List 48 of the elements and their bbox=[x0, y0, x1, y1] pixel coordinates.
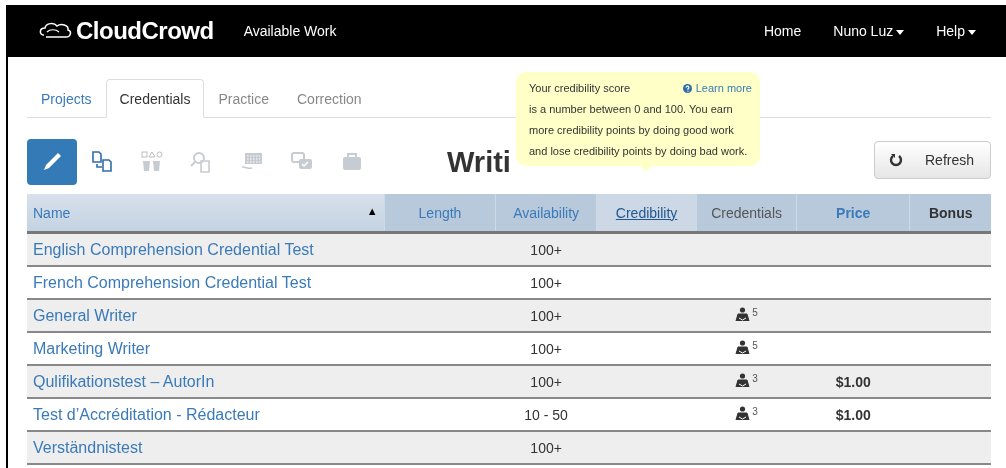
column-header[interactable]: Name bbox=[33, 204, 71, 221]
logo-text[interactable]: CloudCrowd bbox=[76, 17, 214, 45]
column-header: Credentials bbox=[711, 204, 783, 221]
credential-link[interactable]: French Comprehension Credential Test bbox=[33, 273, 312, 291]
price-text: $1.00 bbox=[835, 406, 871, 423]
availability-text: 100+ bbox=[530, 340, 562, 357]
availability-text: 100+ bbox=[530, 373, 562, 390]
availability-text: 100+ bbox=[530, 274, 562, 291]
sort-indicator: ▲ bbox=[366, 204, 378, 217]
cloud-logo-icon bbox=[38, 21, 72, 41]
credential-link[interactable]: Test d’Accréditation - Rédacteur bbox=[33, 405, 260, 423]
section-title[interactable]: Available Work bbox=[243, 23, 337, 39]
column-header: Bonus bbox=[928, 204, 973, 221]
learn-more-link[interactable]: Learn more bbox=[682, 78, 752, 99]
column-header[interactable]: Price bbox=[836, 204, 871, 221]
availability-text: 10 - 50 bbox=[524, 406, 568, 423]
credential-count: 3 bbox=[752, 373, 758, 384]
person-reading-icon bbox=[735, 373, 751, 387]
tooltip-text: is a number between 0 and 100. You earn more credibility points by doing good work and lose credibility points by doing bad work. bbox=[529, 102, 749, 159]
credential-link[interactable]: Verständnistest bbox=[33, 438, 143, 456]
page-heading: Writi bbox=[447, 145, 511, 179]
shapes-icon bbox=[140, 150, 164, 174]
tooltip-title: Your credibility score bbox=[529, 81, 631, 96]
column-header[interactable]: Length bbox=[418, 204, 462, 221]
person-reading-icon bbox=[735, 340, 751, 354]
nav-link[interactable]: Home bbox=[763, 23, 802, 39]
refresh-icon bbox=[889, 152, 903, 167]
refresh-button[interactable]: Refresh bbox=[874, 140, 991, 179]
price-text: $1.00 bbox=[835, 373, 871, 390]
availability-text: 100+ bbox=[530, 439, 562, 456]
person-reading-icon bbox=[735, 406, 751, 420]
credential-count: 3 bbox=[752, 406, 758, 417]
tab[interactable]: Practice bbox=[204, 79, 283, 118]
credential-link[interactable]: Marketing Writer bbox=[33, 339, 151, 357]
category-button[interactable] bbox=[27, 139, 77, 185]
nav-dropdown[interactable]: Help bbox=[936, 23, 976, 39]
tab[interactable]: Correction bbox=[283, 79, 376, 118]
credential-count: 5 bbox=[752, 340, 758, 351]
person-reading-icon bbox=[735, 307, 751, 321]
tab[interactable]: Credentials bbox=[105, 79, 205, 118]
tab[interactable]: Projects bbox=[27, 79, 106, 118]
availability-text: 100+ bbox=[530, 307, 562, 324]
nav-dropdown[interactable]: Nuno Luz bbox=[833, 23, 905, 39]
help-icon bbox=[682, 84, 692, 93]
availability-text: 100+ bbox=[530, 241, 562, 258]
credential-count: 5 bbox=[752, 307, 758, 318]
documents-icon bbox=[90, 150, 114, 174]
credential-link[interactable]: General Writer bbox=[33, 306, 137, 324]
